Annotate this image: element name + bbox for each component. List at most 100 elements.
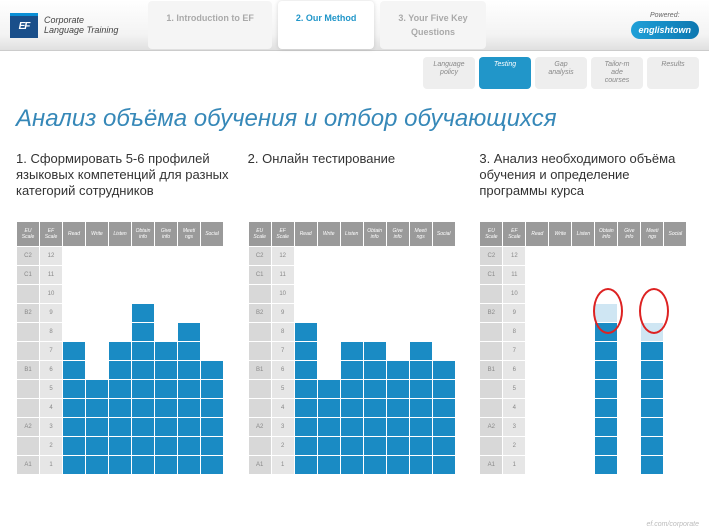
ef-level: 11 (503, 266, 526, 285)
grid-cell (317, 399, 340, 418)
grid-cell (595, 456, 618, 475)
grid-cell (109, 266, 132, 285)
grid-cell (155, 418, 178, 437)
grid-cell (595, 418, 618, 437)
grid-header: Meeti ngs (178, 222, 201, 247)
grid-cell (201, 418, 224, 437)
grid-cell (317, 418, 340, 437)
grid-cell (178, 266, 201, 285)
eu-level: C2 (480, 247, 503, 266)
column-3: 3. Анализ необходимого объёма обучения и… (479, 151, 693, 475)
grid-cell (386, 285, 409, 304)
grid-cell (409, 418, 432, 437)
grid-cell (572, 399, 595, 418)
eu-level (248, 342, 271, 361)
grid-cell (317, 247, 340, 266)
ef-level: 12 (503, 247, 526, 266)
grid-cell (432, 304, 455, 323)
top-bar: EF Corporate Language Training 1. Introd… (0, 0, 709, 51)
eu-level: C1 (17, 266, 40, 285)
grid-cell (363, 380, 386, 399)
nav-tab[interactable]: 2. Our Method (278, 1, 375, 49)
grid-cell (664, 247, 687, 266)
grid-cell (618, 399, 641, 418)
grid-cell (340, 380, 363, 399)
grid-cell (86, 437, 109, 456)
grid-cell (63, 304, 86, 323)
sub-nav-pill[interactable]: Language policy (423, 57, 475, 89)
grid-header: Meeti ngs (641, 222, 664, 247)
grid-cell (340, 437, 363, 456)
ef-level: 4 (40, 399, 63, 418)
grid-cell (409, 342, 432, 361)
grid-cell (294, 323, 317, 342)
grid-cell (201, 266, 224, 285)
sub-nav-pill[interactable]: Gap analysis (535, 57, 587, 89)
grid-cell (549, 323, 572, 342)
grid-cell (317, 304, 340, 323)
grid-cell (178, 361, 201, 380)
grid-cell (386, 399, 409, 418)
grid-cell (409, 380, 432, 399)
grid-cell (63, 342, 86, 361)
grid-cell (409, 361, 432, 380)
ef-level: 6 (40, 361, 63, 380)
eu-level (17, 323, 40, 342)
grid-cell (317, 380, 340, 399)
grid-cell (526, 266, 549, 285)
grid-cell (294, 399, 317, 418)
ef-level: 1 (40, 456, 63, 475)
ef-level: 6 (503, 361, 526, 380)
grid-cell (409, 323, 432, 342)
eu-level: C1 (248, 266, 271, 285)
grid-cell (294, 437, 317, 456)
grid-cell (63, 399, 86, 418)
nav-tab[interactable]: 1. Introduction to EF (148, 1, 272, 49)
ef-level: 2 (40, 437, 63, 456)
eu-level: C1 (480, 266, 503, 285)
ef-level: 10 (271, 285, 294, 304)
grid-cell (363, 437, 386, 456)
eu-level: A1 (248, 456, 271, 475)
grid-cell (86, 418, 109, 437)
sub-nav-pill[interactable]: Results (647, 57, 699, 89)
ef-level: 2 (503, 437, 526, 456)
eu-level: B2 (480, 304, 503, 323)
grid-cell (641, 380, 664, 399)
grid-cell (201, 304, 224, 323)
grid-header: EF Scale (40, 222, 63, 247)
grid-cell (294, 304, 317, 323)
sub-nav-pill[interactable]: Tailor-m ade courses (591, 57, 643, 89)
grid-cell (294, 247, 317, 266)
grid-cell (549, 266, 572, 285)
nav-tab[interactable]: 3. Your Five Key Questions (380, 1, 485, 49)
ef-level: 7 (40, 342, 63, 361)
grid-cell (432, 285, 455, 304)
grid-cell (340, 247, 363, 266)
eu-level (248, 285, 271, 304)
eu-level: B1 (248, 361, 271, 380)
grid-cell (155, 285, 178, 304)
grid-cell (432, 323, 455, 342)
column-1-heading: 1. Сформировать 5-6 профилей языковых ко… (16, 151, 230, 211)
eu-level: A2 (17, 418, 40, 437)
grid-cell (201, 380, 224, 399)
eu-level (480, 285, 503, 304)
grid-cell (201, 247, 224, 266)
grid-cell (572, 437, 595, 456)
grid-cell (549, 418, 572, 437)
grid-cell (201, 399, 224, 418)
grid-cell (618, 323, 641, 342)
sub-nav-pill[interactable]: Testing (479, 57, 531, 89)
eu-level: B1 (17, 361, 40, 380)
grid-cell (155, 304, 178, 323)
grid-cell (155, 399, 178, 418)
grid-cell (549, 304, 572, 323)
grid-cell (432, 418, 455, 437)
grid-cell (386, 304, 409, 323)
grid-cell (572, 266, 595, 285)
grid-cell (432, 266, 455, 285)
grid-cell (201, 361, 224, 380)
grid-cell (294, 342, 317, 361)
eu-level (17, 342, 40, 361)
